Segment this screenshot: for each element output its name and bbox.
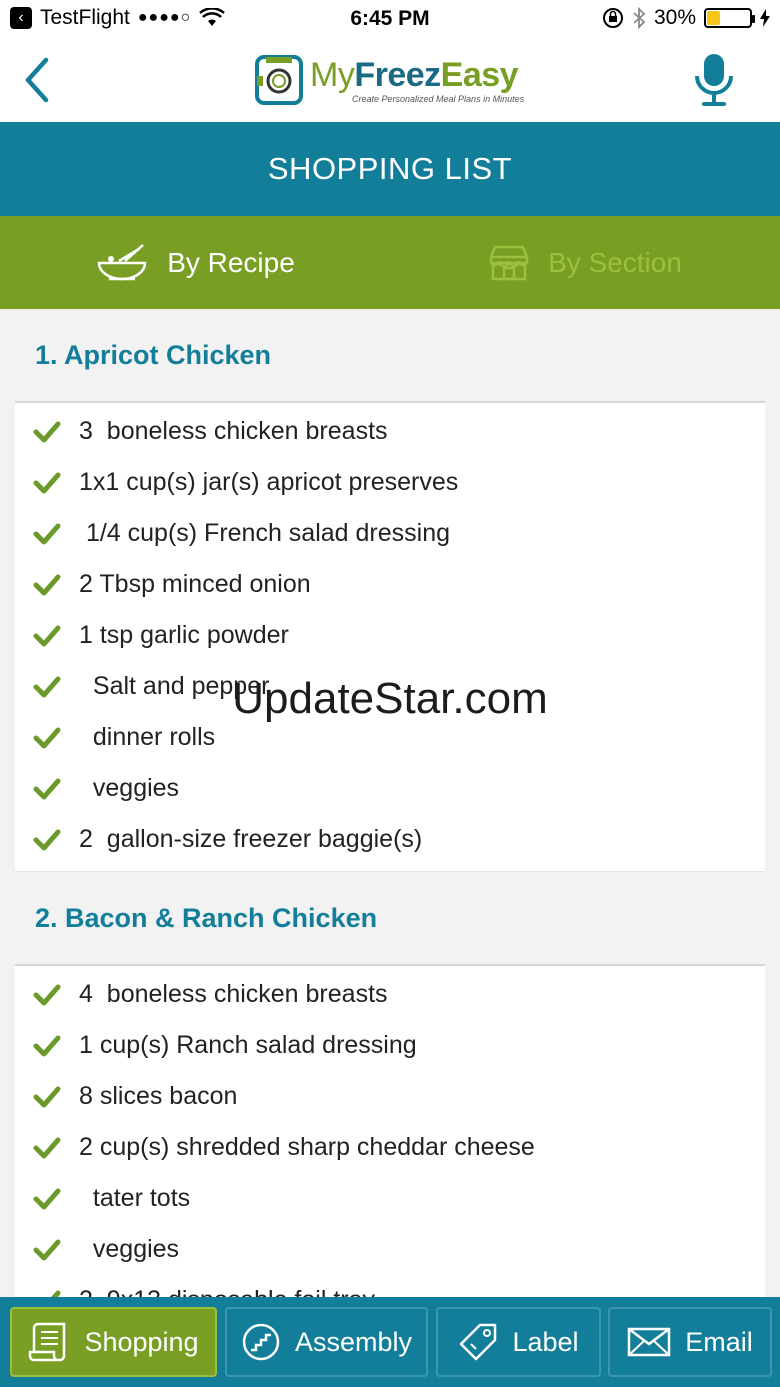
store-icon xyxy=(489,245,529,280)
list-item[interactable]: 1/4 cup(s) French salad dressing xyxy=(15,508,765,559)
tab-assembly[interactable]: Assembly xyxy=(225,1307,428,1377)
check-icon xyxy=(15,1035,79,1057)
tab-by-recipe-label: By Recipe xyxy=(167,246,295,278)
list-item-text: veggies xyxy=(79,774,180,802)
list-item[interactable]: 2 9x13 disposable foil tray xyxy=(15,1275,765,1299)
list-item[interactable]: 4 boneless chicken breasts xyxy=(15,969,765,1020)
list-item-text: 1/4 cup(s) French salad dressing xyxy=(79,519,451,547)
list-item[interactable]: 3 boneless chicken breasts xyxy=(15,406,765,457)
list-item[interactable]: 1 tsp garlic powder xyxy=(15,610,765,661)
check-icon xyxy=(15,727,79,749)
list-item-text: dinner rolls xyxy=(79,723,216,751)
list-item[interactable]: 2 gallon-size freezer baggie(s) xyxy=(15,814,765,865)
title-bar: SHOPPING LIST xyxy=(0,122,780,216)
list-item-text: 2 cup(s) shredded sharp cheddar cheese xyxy=(79,1133,535,1161)
shopping-list: 1. Apricot Chicken 3 boneless chicken br… xyxy=(0,309,780,1299)
list-item[interactable]: tater tots xyxy=(15,1173,765,1224)
app-logo: MyFreezEasy Create Personalized Meal Pla… xyxy=(254,52,526,110)
bottom-tab-bar: Shopping Assembly Label Email xyxy=(0,1297,780,1387)
tab-email[interactable]: Email xyxy=(608,1307,772,1377)
list-item[interactable]: Salt and pepper xyxy=(15,661,765,712)
list-item[interactable]: 2 cup(s) shredded sharp cheddar cheese xyxy=(15,1122,765,1173)
battery-fill xyxy=(707,11,720,25)
envelope-icon xyxy=(627,1327,671,1357)
scroll-list-icon xyxy=(29,1322,66,1362)
status-bar: ‹ TestFlight ●●●●○ 6:45 PM 30% xyxy=(0,0,780,40)
list-item-text: 1x1 cup(s) jar(s) apricot preserves xyxy=(79,468,459,496)
ingredient-list: 3 boneless chicken breasts 1x1 cup(s) ja… xyxy=(15,401,765,872)
check-icon xyxy=(15,829,79,851)
logo-tagline: Create Personalized Meal Plans in Minute… xyxy=(352,94,525,104)
check-icon xyxy=(15,625,79,647)
check-icon xyxy=(15,778,79,800)
list-item[interactable]: 1 cup(s) Ranch salad dressing xyxy=(15,1020,765,1071)
check-icon xyxy=(15,574,79,596)
list-item-text: 8 slices bacon xyxy=(79,1082,238,1110)
tab-label-label: Label xyxy=(512,1326,579,1357)
tab-assembly-label: Assembly xyxy=(294,1326,413,1357)
list-item[interactable]: dinner rolls xyxy=(15,712,765,763)
list-item[interactable]: 8 slices bacon xyxy=(15,1071,765,1122)
steps-icon xyxy=(242,1323,280,1361)
tab-by-section-label: By Section xyxy=(548,246,682,278)
view-toggle: By Recipe By Section xyxy=(0,216,780,309)
ingredient-list: 4 boneless chicken breasts 1 cup(s) Ranc… xyxy=(15,964,765,1299)
check-icon xyxy=(15,421,79,443)
check-icon xyxy=(15,523,79,545)
tab-by-recipe[interactable]: By Recipe xyxy=(0,216,390,309)
check-icon xyxy=(15,676,79,698)
chevron-left-icon xyxy=(25,57,49,103)
list-item[interactable]: 2 Tbsp minced onion xyxy=(15,559,765,610)
status-right: 30% xyxy=(602,6,770,30)
bowl-icon xyxy=(97,243,147,280)
list-item-text: 3 boneless chicken breasts xyxy=(79,417,388,445)
bluetooth-icon xyxy=(633,7,646,29)
list-item-text: 1 tsp garlic powder xyxy=(79,621,289,649)
battery-percent: 30% xyxy=(653,6,696,29)
check-icon xyxy=(15,1086,79,1108)
check-icon xyxy=(15,472,79,494)
check-icon xyxy=(15,1188,79,1210)
logo-freezer-icon xyxy=(255,55,303,105)
list-item-text: 2 gallon-size freezer baggie(s) xyxy=(79,825,423,853)
microphone-icon xyxy=(695,54,733,106)
list-item-text: 4 boneless chicken breasts xyxy=(79,980,388,1008)
tab-label[interactable]: Label xyxy=(436,1307,601,1377)
tag-icon xyxy=(460,1323,497,1361)
list-item-text: 2 Tbsp minced onion xyxy=(79,570,311,598)
recipe-title: 1. Apricot Chicken xyxy=(35,339,272,370)
tab-shopping-label: Shopping xyxy=(84,1326,199,1357)
back-button[interactable] xyxy=(18,54,58,106)
check-icon xyxy=(15,1239,79,1261)
orientation-lock-icon xyxy=(602,8,623,28)
microphone-button[interactable] xyxy=(692,52,736,110)
check-icon xyxy=(15,1137,79,1159)
list-item-text: 1 cup(s) Ranch salad dressing xyxy=(79,1031,417,1059)
nav-bar: MyFreezEasy Create Personalized Meal Pla… xyxy=(0,40,780,122)
check-icon xyxy=(15,984,79,1006)
list-item[interactable]: veggies xyxy=(15,763,765,814)
list-item[interactable]: veggies xyxy=(15,1224,765,1275)
list-item-text: veggies xyxy=(79,1235,180,1263)
logo-wordmark: MyFreezEasy xyxy=(310,56,519,94)
battery-icon xyxy=(704,8,755,28)
list-item-text: Salt and pepper xyxy=(79,672,270,700)
page-title: SHOPPING LIST xyxy=(267,151,513,186)
tab-email-label: Email xyxy=(685,1326,753,1357)
list-item-text: tater tots xyxy=(79,1184,191,1212)
tab-by-section[interactable]: By Section xyxy=(390,216,780,309)
charging-icon xyxy=(760,9,770,27)
list-item[interactable]: 1x1 cup(s) jar(s) apricot preserves xyxy=(15,457,765,508)
tab-shopping[interactable]: Shopping xyxy=(10,1307,217,1377)
recipe-title: 2. Bacon & Ranch Chicken xyxy=(35,902,378,933)
